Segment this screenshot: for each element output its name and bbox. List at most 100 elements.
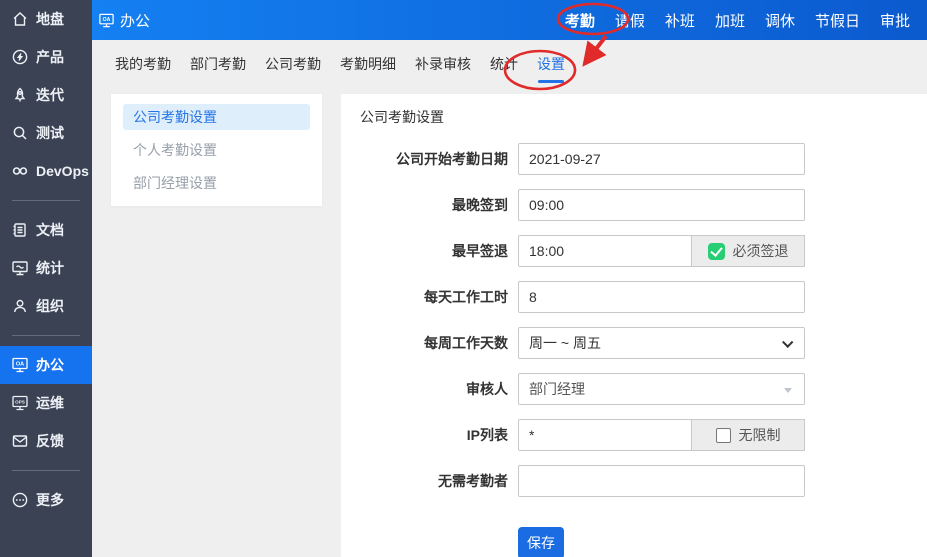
app-window: 地盘 产品 迭代 测试 DevOps 文档 统计 组织 OA 办公 OPS 运维…: [0, 0, 927, 557]
must-checkout-addon: 必须签退: [691, 235, 805, 267]
sidebar-item-label: 运维: [36, 395, 64, 411]
sidebar-item-office[interactable]: OA 办公: [0, 346, 92, 384]
envelope-icon: [12, 435, 28, 447]
label-reviewer: 审核人: [466, 381, 508, 397]
tab-stats[interactable]: 统计: [490, 48, 518, 83]
form-row: 公司开始考勤日期: [360, 143, 927, 175]
unlimited-addon: 无限制: [691, 419, 805, 451]
content-area: 公司考勤设置 个人考勤设置 部门经理设置 公司考勤设置 公司开始考勤日期 最晚签…: [92, 90, 927, 557]
rocket-icon: [14, 87, 26, 102]
subnav-dept-manager-settings[interactable]: 部门经理设置: [123, 170, 310, 196]
topbar: OA 办公 考勤 请假 补班 加班 调休 节假日 审批: [92, 0, 927, 40]
people-icon: [14, 299, 26, 313]
reviewer-value: 部门经理: [529, 381, 585, 397]
menu-holiday[interactable]: 节假日: [815, 10, 860, 31]
tabbar: 我的考勤 部门考勤 公司考勤 考勤明细 补录审核 统计 设置: [92, 40, 927, 90]
reviewer-select[interactable]: 部门经理: [518, 373, 805, 405]
form-row: 每天工作工时: [360, 281, 927, 313]
label-weekly-days: 每周工作天数: [424, 335, 508, 351]
monitor-ops-icon: OPS: [12, 395, 28, 411]
home-icon: [13, 12, 27, 26]
form-row: 最晚签到: [360, 189, 927, 221]
sidebar-divider: [12, 200, 80, 201]
subnav-personal-attendance-settings[interactable]: 个人考勤设置: [123, 137, 310, 163]
settings-subnav: 公司考勤设置 个人考勤设置 部门经理设置: [111, 94, 322, 206]
sidebar-divider: [12, 470, 80, 471]
chevron-down-icon: [782, 336, 794, 348]
tab-makeup-review[interactable]: 补录审核: [415, 48, 471, 83]
sidebar-item-label: 办公: [36, 357, 64, 373]
tab-company-attendance[interactable]: 公司考勤: [265, 48, 321, 83]
sidebar-item-label: 测试: [36, 125, 64, 141]
earliest-checkout-input[interactable]: [518, 235, 692, 267]
sidebar-item-home[interactable]: 地盘: [0, 0, 92, 38]
menu-comp-leave[interactable]: 调休: [765, 10, 795, 31]
form-row: 最早签退 必须签退: [360, 235, 927, 267]
svg-text:OPS: OPS: [15, 400, 25, 405]
sidebar-item-more[interactable]: 更多: [0, 481, 92, 519]
monitor-chart-icon: [12, 261, 28, 276]
sidebar-item-doc[interactable]: 文档: [0, 211, 92, 249]
must-checkout-checkbox[interactable]: [707, 242, 725, 260]
sidebar-item-label: 地盘: [36, 11, 64, 27]
label-latest-checkin: 最晚签到: [452, 197, 508, 213]
sidebar-item-ops[interactable]: OPS 运维: [0, 384, 92, 422]
sidebar-item-feedback[interactable]: 反馈: [0, 422, 92, 460]
subnav-company-attendance-settings[interactable]: 公司考勤设置: [123, 104, 310, 130]
sidebar-item-label: 更多: [36, 492, 64, 508]
sidebar-item-org[interactable]: 组织: [0, 287, 92, 325]
form-row: 审核人 部门经理: [360, 373, 927, 405]
menu-attendance[interactable]: 考勤: [565, 10, 595, 31]
more-icon: [12, 492, 28, 508]
sidebar-item-iteration[interactable]: 迭代: [0, 76, 92, 114]
bulb-icon: [12, 49, 28, 65]
magnifier-icon: [13, 126, 27, 140]
svg-text:OA: OA: [103, 17, 111, 23]
exempt-staff-input[interactable]: [518, 465, 805, 497]
form-row: 每周工作天数 周一 ~ 周五: [360, 327, 927, 359]
daily-hours-input[interactable]: [518, 281, 805, 313]
label-ip-list: IP列表: [466, 427, 508, 443]
form-row: IP列表 无限制: [360, 419, 927, 451]
menu-leave[interactable]: 请假: [615, 10, 645, 31]
sidebar-item-label: 反馈: [36, 433, 64, 449]
unlimited-label: 无限制: [738, 427, 781, 443]
tab-settings[interactable]: 设置: [537, 48, 565, 83]
sidebar-item-product[interactable]: 产品: [0, 38, 92, 76]
sidebar-item-devops[interactable]: DevOps: [0, 152, 92, 190]
unlimited-checkbox[interactable]: [715, 427, 731, 443]
sidebar-item-stats[interactable]: 统计: [0, 249, 92, 287]
menu-makeup-work[interactable]: 补班: [665, 10, 695, 31]
save-button[interactable]: 保存: [518, 527, 564, 557]
label-earliest-checkout: 最早签退: [452, 243, 508, 259]
infinity-icon: [12, 167, 28, 175]
menu-approval[interactable]: 审批: [880, 10, 910, 31]
start-date-input[interactable]: [518, 143, 805, 175]
monitor-oa-icon: OA: [99, 13, 114, 27]
must-checkout-label: 必须签退: [732, 243, 789, 259]
sidebar-item-test[interactable]: 测试: [0, 114, 92, 152]
sidebar: 地盘 产品 迭代 测试 DevOps 文档 统计 组织 OA 办公 OPS 运维…: [0, 0, 92, 557]
label-start-date: 公司开始考勤日期: [396, 151, 508, 167]
form-row: 无需考勤者: [360, 465, 927, 497]
sidebar-item-label: 产品: [36, 49, 64, 65]
tab-attendance-detail[interactable]: 考勤明细: [340, 48, 396, 83]
sidebar-item-label: DevOps: [36, 163, 89, 179]
sidebar-item-label: 组织: [36, 298, 64, 314]
monitor-oa-icon: OA: [12, 357, 28, 373]
sidebar-item-label: 迭代: [36, 87, 64, 103]
latest-checkin-input[interactable]: [518, 189, 805, 221]
sidebar-divider: [12, 335, 80, 336]
menu-overtime[interactable]: 加班: [715, 10, 745, 31]
topbar-menu: 考勤 请假 补班 加班 调休 节假日 审批: [565, 10, 910, 31]
main-area: OA 办公 考勤 请假 补班 加班 调休 节假日 审批 我的考勤 部门考勤 公司…: [92, 0, 927, 557]
ip-list-input[interactable]: [518, 419, 692, 451]
weekly-days-select[interactable]: 周一 ~ 周五: [518, 327, 805, 359]
document-icon: [13, 223, 26, 237]
tab-my-attendance[interactable]: 我的考勤: [115, 48, 171, 83]
sidebar-item-label: 统计: [36, 260, 64, 276]
svg-text:OA: OA: [16, 362, 24, 368]
form-title: 公司考勤设置: [360, 109, 444, 125]
tab-dept-attendance[interactable]: 部门考勤: [190, 48, 246, 83]
label-daily-hours: 每天工作工时: [424, 289, 508, 305]
